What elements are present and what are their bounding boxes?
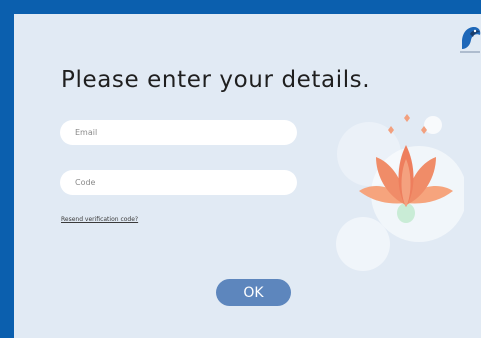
resend-verification-link[interactable]: Resend verification code? [61, 216, 138, 223]
lotus-flower-icon [336, 114, 464, 271]
email-field[interactable] [60, 120, 297, 145]
code-field[interactable] [60, 170, 297, 195]
page-title: Please enter your details. [61, 67, 371, 93]
details-panel: Please enter your details. Resend verifi… [14, 14, 481, 338]
bird-logo-icon [460, 27, 481, 53]
ok-button[interactable]: OK [216, 279, 291, 306]
